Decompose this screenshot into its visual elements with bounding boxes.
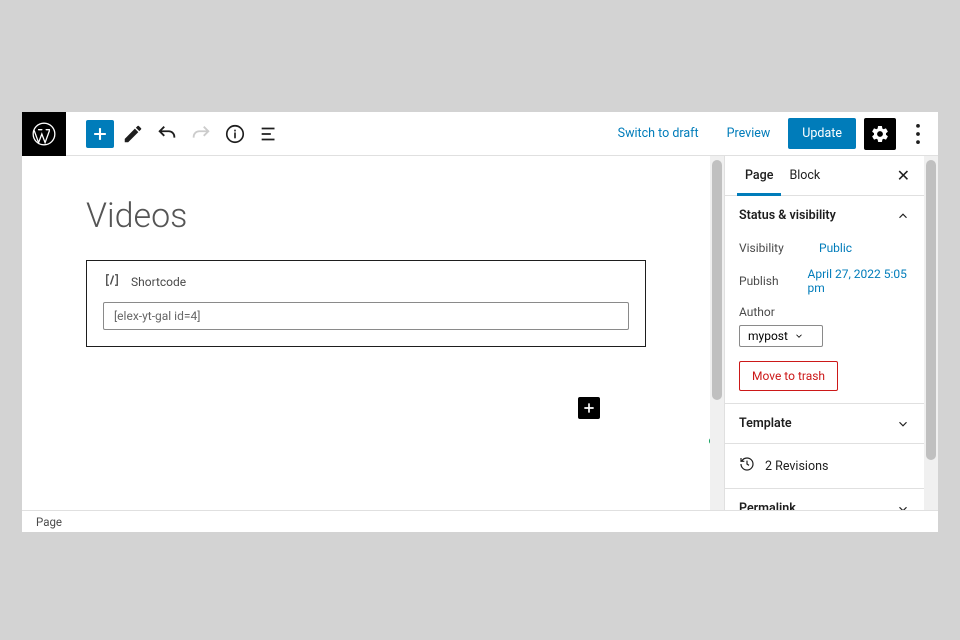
- breadcrumb[interactable]: Page: [36, 515, 62, 529]
- edit-icon[interactable]: [118, 119, 148, 149]
- revisions-label: 2 Revisions: [765, 459, 828, 474]
- visibility-label: Visibility: [739, 241, 819, 255]
- history-icon: [739, 456, 755, 476]
- panel-heading: Template: [739, 416, 792, 431]
- insert-block-button[interactable]: [578, 397, 600, 419]
- switch-to-draft-button[interactable]: Switch to draft: [608, 120, 709, 147]
- redo-icon: [186, 119, 216, 149]
- chevron-down-icon: [896, 502, 910, 511]
- publish-value[interactable]: April 27, 2022 5:05 pm: [808, 267, 910, 295]
- editor-scrollbar[interactable]: [710, 156, 724, 510]
- add-block-button[interactable]: [86, 120, 114, 148]
- shortcode-input[interactable]: [103, 302, 629, 330]
- panel-status-visibility[interactable]: Status & visibility: [739, 208, 910, 223]
- shortcode-block[interactable]: Shortcode: [86, 260, 646, 347]
- panel-heading: Status & visibility: [739, 208, 836, 223]
- outline-icon[interactable]: [254, 119, 284, 149]
- panel-heading: Permalink: [739, 501, 796, 510]
- shortcode-icon: [103, 271, 121, 292]
- update-button[interactable]: Update: [788, 118, 856, 149]
- move-to-trash-button[interactable]: Move to trash: [739, 361, 838, 391]
- panel-permalink[interactable]: Permalink: [739, 501, 910, 510]
- editor-canvas[interactable]: Videos Shortcode: [22, 156, 710, 510]
- preview-button[interactable]: Preview: [717, 120, 781, 147]
- wordpress-logo[interactable]: [22, 112, 66, 156]
- tab-block[interactable]: Block: [781, 156, 828, 195]
- chevron-down-icon: [896, 417, 910, 431]
- author-select[interactable]: mypost: [739, 325, 823, 347]
- author-value: mypost: [748, 329, 788, 343]
- panel-template[interactable]: Template: [739, 416, 910, 431]
- sidebar-scrollbar[interactable]: [924, 156, 938, 510]
- publish-label: Publish: [739, 274, 808, 288]
- settings-sidebar: Page Block ✕ Status & visibility Visibil…: [724, 156, 924, 510]
- settings-icon[interactable]: [864, 118, 896, 150]
- author-label: Author: [739, 305, 910, 319]
- more-icon[interactable]: [904, 120, 932, 148]
- close-icon[interactable]: ✕: [895, 162, 912, 189]
- tab-page[interactable]: Page: [737, 156, 781, 195]
- revisions-button[interactable]: 2 Revisions: [739, 456, 910, 476]
- page-title[interactable]: Videos: [86, 196, 646, 236]
- undo-icon[interactable]: [152, 119, 182, 149]
- chevron-up-icon: [896, 209, 910, 223]
- block-label: Shortcode: [131, 275, 186, 289]
- info-icon[interactable]: [220, 119, 250, 149]
- visibility-value[interactable]: Public: [819, 241, 852, 255]
